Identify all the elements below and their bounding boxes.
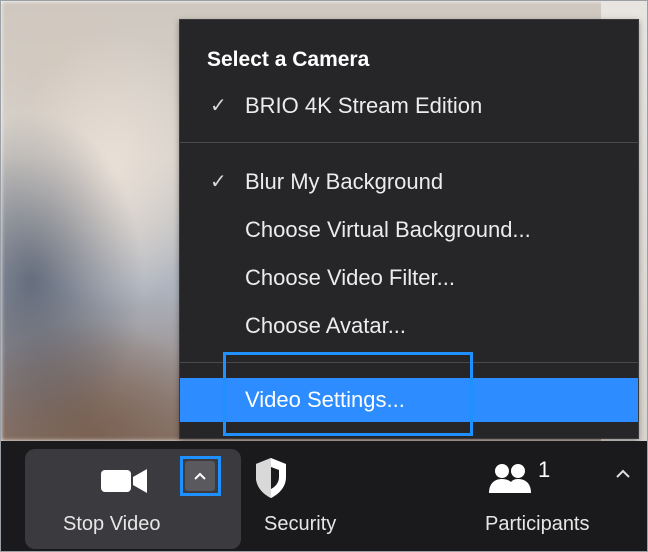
menu-item-blur-background[interactable]: ✓ Blur My Background	[180, 160, 638, 204]
zoom-window: Select a Camera ✓ BRIO 4K Stream Edition…	[0, 0, 648, 552]
participants-count: 1	[538, 457, 551, 482]
menu-divider	[180, 142, 638, 143]
security-label: Security	[264, 513, 337, 535]
annotation-highlight-video-settings	[223, 352, 473, 436]
menu-heading: Select a Camera	[207, 48, 370, 71]
more-options-caret[interactable]	[613, 467, 633, 491]
menu-item-label: Choose Avatar...	[245, 313, 407, 338]
security-button[interactable]	[251, 455, 291, 501]
video-camera-icon	[101, 469, 147, 493]
people-icon	[489, 464, 531, 493]
participants-label: Participants	[485, 513, 590, 535]
participants-button[interactable]	[481, 461, 541, 501]
checkmark-icon: ✓	[210, 171, 227, 193]
shield-icon	[256, 458, 286, 498]
stop-video-button[interactable]	[97, 463, 153, 503]
stop-video-label: Stop Video	[63, 513, 161, 535]
annotation-highlight-caret	[180, 456, 221, 496]
menu-item-label: Blur My Background	[245, 169, 444, 194]
menu-item-label: Choose Virtual Background...	[245, 217, 531, 242]
menu-item-video-filter[interactable]: Choose Video Filter...	[180, 256, 638, 300]
menu-item-brio-camera[interactable]: ✓ BRIO 4K Stream Edition	[180, 84, 638, 128]
chevron-up-icon	[616, 469, 630, 478]
meeting-toolbar: Stop Video Security 1 Participants	[1, 441, 647, 551]
menu-item-virtual-background[interactable]: Choose Virtual Background...	[180, 208, 638, 252]
menu-item-label: Choose Video Filter...	[245, 265, 455, 290]
menu-item-label: BRIO 4K Stream Edition	[245, 93, 483, 118]
checkmark-icon: ✓	[210, 95, 227, 117]
menu-item-avatar[interactable]: Choose Avatar...	[180, 304, 638, 348]
